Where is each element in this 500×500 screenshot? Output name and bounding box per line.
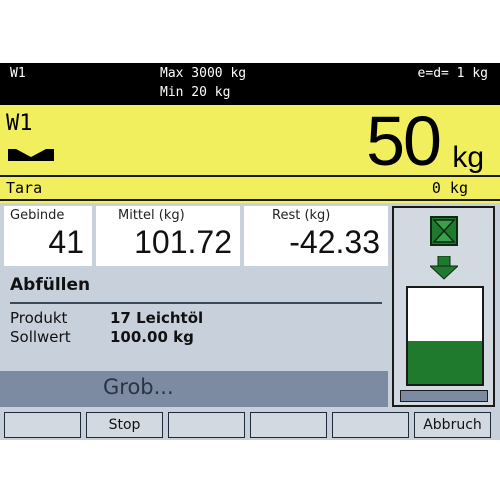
softkey-bar: Stop Abbruch [0, 412, 500, 440]
weight-value: 50 [366, 102, 442, 180]
stat-label: Mittel (kg) [118, 208, 185, 223]
stat-label: Rest (kg) [272, 208, 331, 223]
softkey-5[interactable] [332, 412, 409, 438]
softkey-1[interactable] [4, 412, 81, 438]
product-row: Produkt 17 Leichtöl [10, 309, 203, 327]
tank-gauge [406, 286, 484, 386]
abort-button[interactable]: Abbruch [414, 412, 491, 438]
stat-label: Gebinde [10, 208, 65, 223]
stat-value: 41 [48, 224, 84, 260]
weight-unit: kg [452, 141, 484, 174]
tank-base [400, 390, 488, 402]
stop-button[interactable]: Stop [86, 412, 163, 438]
stat-value: 101.72 [134, 224, 232, 260]
stat-rest: Rest (kg) -42.33 [244, 206, 388, 266]
stat-mittel: Mittel (kg) 101.72 [96, 206, 240, 266]
divider [10, 302, 382, 304]
terminal-screen: W1 Max 3000 kg Min 20 kg e=d= 1 kg W1 50… [0, 63, 500, 440]
max-capacity: Max 3000 kg [160, 66, 247, 81]
softkey-4[interactable] [250, 412, 327, 438]
softkey-3[interactable] [168, 412, 245, 438]
status-bar: W1 Max 3000 kg Min 20 kg e=d= 1 kg [0, 63, 500, 105]
weight-scale-label: W1 [6, 111, 33, 136]
min-capacity: Min 20 kg [160, 85, 231, 100]
scale-platform-icon [8, 143, 54, 167]
tank-panel [392, 206, 495, 407]
setpoint-row: Sollwert 100.00 kg [10, 328, 194, 346]
tara-label: Tara [6, 179, 43, 197]
tank-fill-level [408, 340, 482, 384]
phase-bar: Grob... [0, 371, 388, 407]
product-value: 17 Leichtöl [110, 309, 204, 327]
stat-gebinde: Gebinde 41 [4, 206, 92, 266]
stat-value: -42.33 [289, 224, 380, 260]
valve-icon [430, 216, 458, 250]
phase-text: Grob... [103, 375, 174, 399]
tara-row: Tara 0 kg [0, 175, 500, 201]
status-scale-name: W1 [10, 66, 26, 81]
tara-value: 0 kg [431, 179, 468, 197]
setpoint-value: 100.00 kg [110, 328, 194, 346]
product-label: Produkt [10, 309, 68, 327]
filling-title: Abfüllen [10, 275, 91, 295]
down-arrow-icon [428, 255, 460, 284]
setpoint-label: Sollwert [10, 328, 71, 346]
division-value: e=d= 1 kg [417, 66, 488, 81]
